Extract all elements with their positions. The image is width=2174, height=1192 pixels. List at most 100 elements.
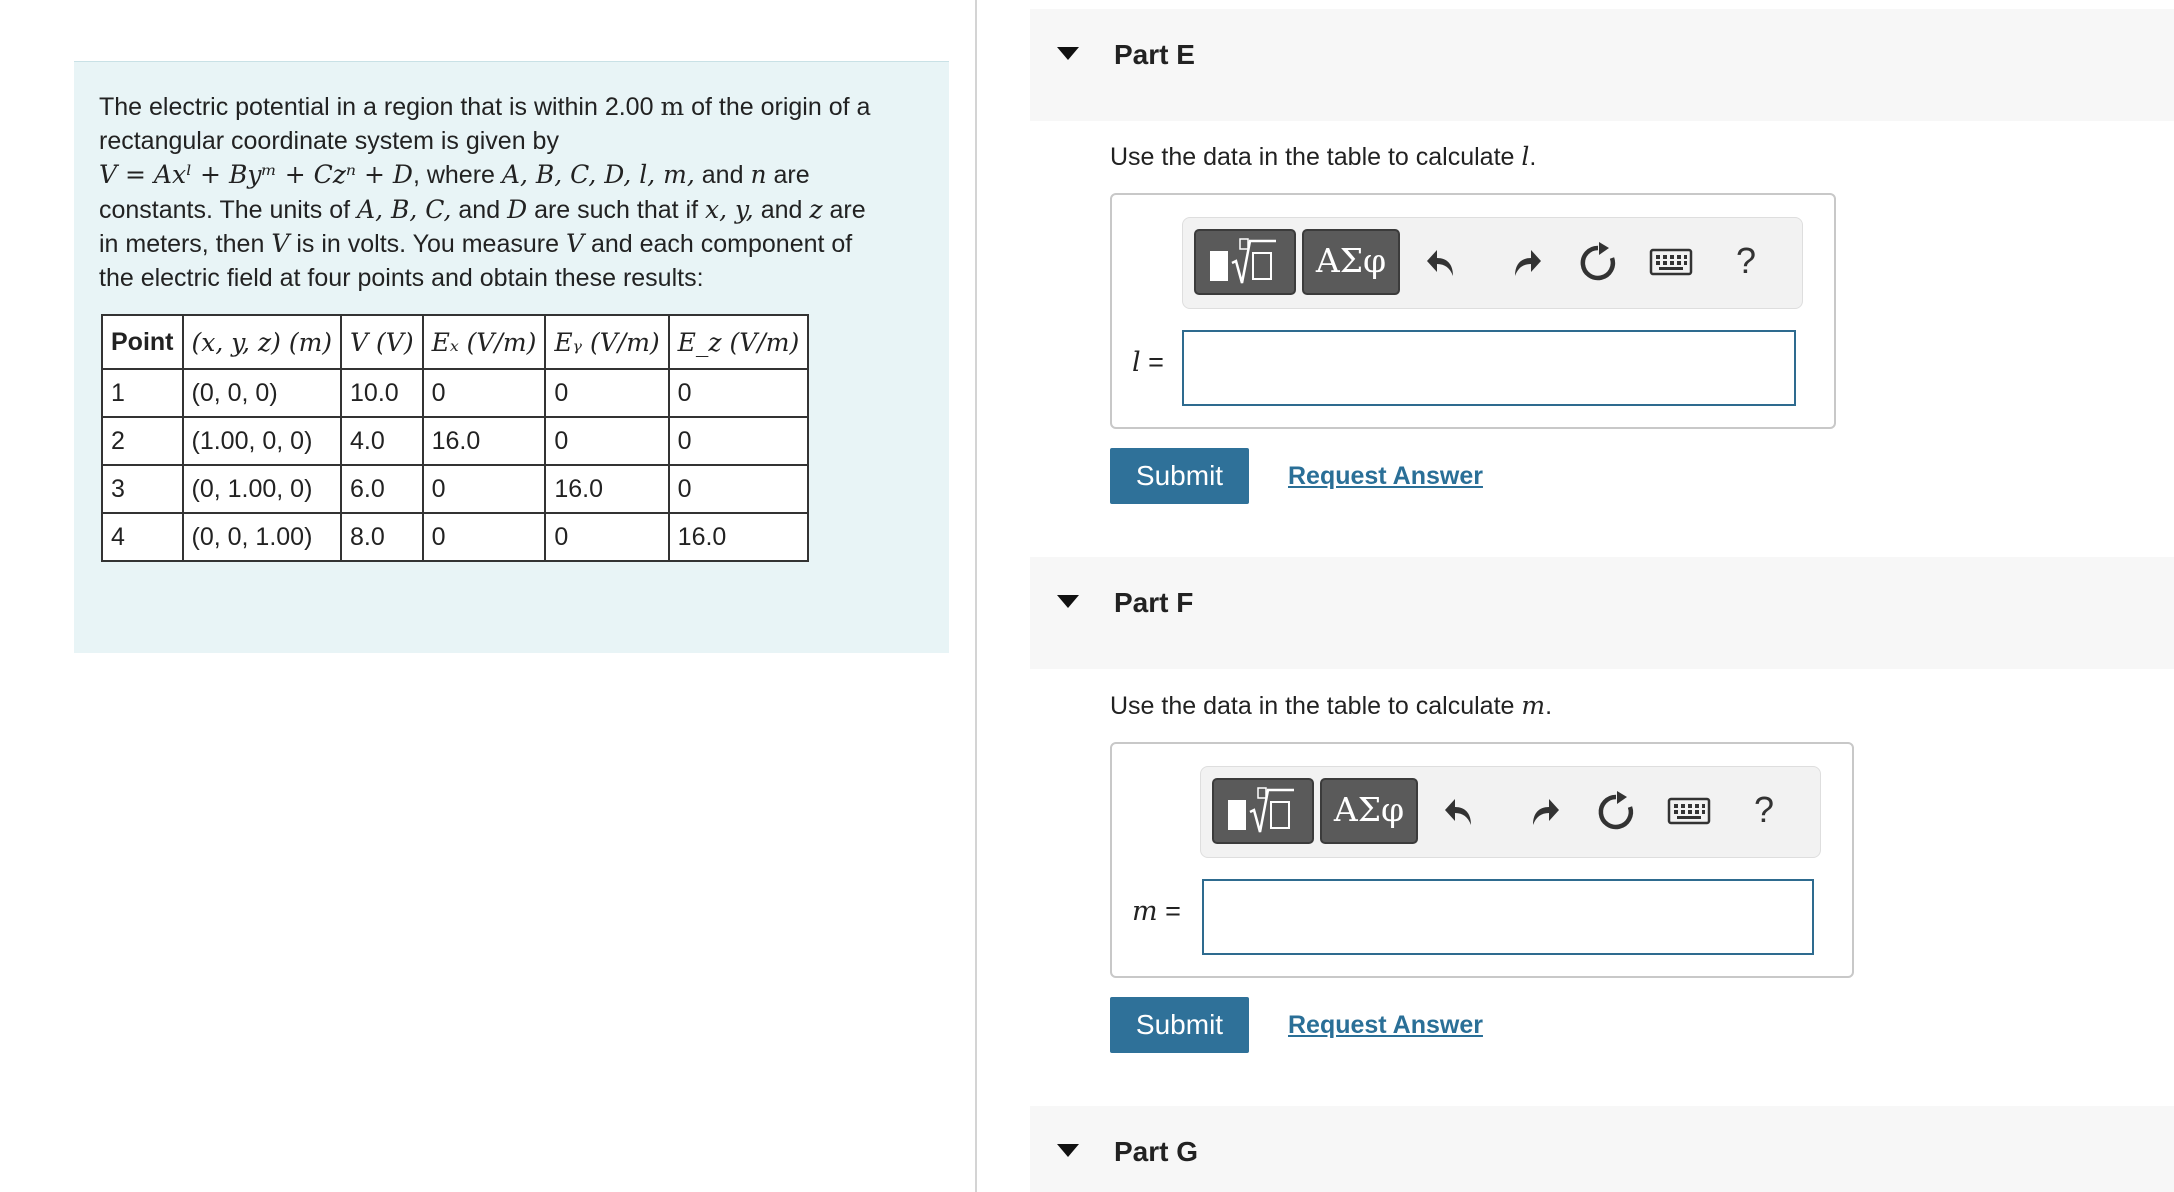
problem-line-5: in meters, then V is in volts. You measu…: [99, 227, 929, 262]
prompt-variable: m: [1521, 691, 1546, 720]
constants-list: A, B, C, D, l, m,: [501, 160, 695, 189]
table-cell: 6.0: [340, 464, 424, 514]
abc-list: A, B, C,: [357, 194, 452, 224]
table-cell: 0: [421, 512, 547, 562]
problem-panel: The electric potential in a region that …: [74, 61, 949, 653]
templates-icon[interactable]: [1194, 229, 1296, 295]
table-cell: 4.0: [340, 416, 424, 466]
table-cell: (0, 0, 0): [181, 368, 343, 418]
keyboard-icon[interactable]: [1667, 795, 1711, 827]
table-cell: 0: [544, 512, 670, 562]
table-cell: 16.0: [544, 464, 670, 514]
table-cell: 3: [101, 464, 184, 514]
collapse-caret-icon[interactable]: [1057, 47, 1079, 60]
table-cell: 8.0: [340, 512, 424, 562]
part-g-header[interactable]: Part G: [1030, 1106, 2174, 1192]
text-segment: The electric potential in a region that …: [99, 93, 654, 121]
problem-line-1: The electric potential in a region that …: [99, 90, 929, 125]
text-segment: of the origin of a: [691, 93, 871, 121]
problem-line-6: the electric field at four points and ob…: [99, 263, 704, 292]
problem-line-4: constants. The units of A, B, C, and D a…: [99, 193, 929, 228]
text-segment: and: [701, 161, 744, 189]
part-g-title: Part G: [1114, 1136, 1199, 1167]
text-segment: are: [773, 161, 810, 189]
collapse-caret-icon[interactable]: [1057, 595, 1079, 608]
undo-icon[interactable]: [1423, 240, 1469, 286]
answer-variable-label: l =: [1132, 347, 1164, 378]
text-segment: constants. The units of: [99, 195, 351, 224]
part-e-answer-box: ΑΣφ ? l =: [1110, 193, 1836, 429]
table-row: 3 (0, 1.00, 0) 6.0 0 16.0 0: [101, 464, 810, 514]
table-header-row: Point (x, y, z) (m) V (V) Eₓ (V/m) Eᵧ (V…: [101, 314, 810, 370]
header-potential: V (V): [340, 314, 424, 370]
header-ey: Eᵧ (V/m): [544, 314, 670, 370]
part-f-answer-box: ΑΣφ ? m =: [1110, 742, 1854, 978]
problem-text: The electric potential in a region that …: [99, 90, 929, 295]
table-cell: 0: [667, 416, 810, 466]
submit-button[interactable]: Submit: [1110, 448, 1249, 504]
greek-symbols-icon[interactable]: ΑΣφ: [1320, 778, 1418, 844]
request-answer-link[interactable]: Request Answer: [1288, 462, 1483, 491]
math-toolbar: ΑΣφ ?: [1182, 217, 1803, 309]
table-cell: 0: [667, 464, 810, 514]
answer-input-l[interactable]: [1182, 330, 1796, 406]
table-row: 2 (1.00, 0, 0) 4.0 16.0 0 0: [101, 416, 810, 466]
table-cell: 0: [667, 368, 810, 418]
unit-meters: m: [660, 92, 685, 121]
templates-icon[interactable]: [1212, 778, 1314, 844]
table-cell: 10.0: [340, 368, 424, 418]
var-n: n: [750, 160, 767, 189]
table-row: 4 (0, 0, 1.00) 8.0 0 0 16.0: [101, 512, 810, 562]
table-row: 1 (0, 0, 0) 10.0 0 0 0: [101, 368, 810, 418]
greek-symbols-icon[interactable]: ΑΣφ: [1302, 229, 1400, 295]
header-ex: Eₓ (V/m): [421, 314, 547, 370]
text-segment: , where: [412, 161, 495, 189]
redo-icon[interactable]: [1499, 240, 1545, 286]
redo-icon[interactable]: [1517, 789, 1563, 835]
part-e-prompt: Use the data in the table to calculate l…: [1110, 142, 1537, 171]
column-divider: [975, 0, 977, 1192]
reset-icon[interactable]: [1575, 240, 1621, 286]
table-cell: (1.00, 0, 0): [181, 416, 343, 466]
var-v: V: [565, 229, 584, 258]
submit-button[interactable]: Submit: [1110, 997, 1249, 1053]
header-ez: E_z (V/m): [667, 314, 810, 370]
table-cell: (0, 0, 1.00): [181, 512, 343, 562]
part-e-header[interactable]: Part E: [1030, 9, 2174, 121]
text-segment: and: [458, 195, 501, 224]
text-segment: is in volts. You measure: [296, 230, 559, 258]
help-icon[interactable]: ?: [1736, 240, 1756, 282]
xyz-list: x, y,: [705, 194, 754, 224]
math-toolbar: ΑΣφ ?: [1200, 766, 1821, 858]
table-cell: 4: [101, 512, 184, 562]
part-f-prompt: Use the data in the table to calculate m…: [1110, 691, 1553, 720]
table-cell: 2: [101, 416, 184, 466]
answer-variable-label: m =: [1132, 896, 1181, 927]
help-icon[interactable]: ?: [1754, 789, 1774, 831]
part-e-title: Part E: [1114, 39, 1195, 70]
answer-input-m[interactable]: [1202, 879, 1814, 955]
problem-line-3: V = Axˡ + Byᵐ + Czⁿ + D, where A, B, C, …: [99, 158, 929, 193]
part-f-title: Part F: [1114, 587, 1194, 618]
var-v: V: [271, 229, 290, 258]
part-f-header[interactable]: Part F: [1030, 557, 2174, 669]
table-cell: (0, 1.00, 0): [181, 464, 343, 514]
prompt-text: Use the data in the table to calculate: [1110, 143, 1515, 171]
collapse-caret-icon[interactable]: [1057, 1144, 1079, 1157]
request-answer-link[interactable]: Request Answer: [1288, 1011, 1483, 1040]
text-segment: and: [760, 195, 803, 224]
table-cell: 0: [544, 368, 670, 418]
keyboard-icon[interactable]: [1649, 246, 1693, 278]
header-coordinates: (x, y, z) (m): [181, 314, 343, 370]
undo-icon[interactable]: [1441, 789, 1487, 835]
text-segment: in meters, then: [99, 230, 265, 258]
measurement-table: Point (x, y, z) (m) V (V) Eₓ (V/m) Eᵧ (V…: [101, 314, 810, 562]
text-segment: are: [829, 195, 866, 224]
problem-line-2: rectangular coordinate system is given b…: [99, 126, 559, 155]
text-segment: are such that if: [534, 195, 699, 224]
reset-icon[interactable]: [1593, 789, 1639, 835]
table-cell: 0: [421, 368, 547, 418]
prompt-text: Use the data in the table to calculate: [1110, 692, 1515, 720]
potential-equation: V = Axˡ + Byᵐ + Czⁿ + D: [99, 160, 413, 189]
table-cell: 1: [101, 368, 184, 418]
